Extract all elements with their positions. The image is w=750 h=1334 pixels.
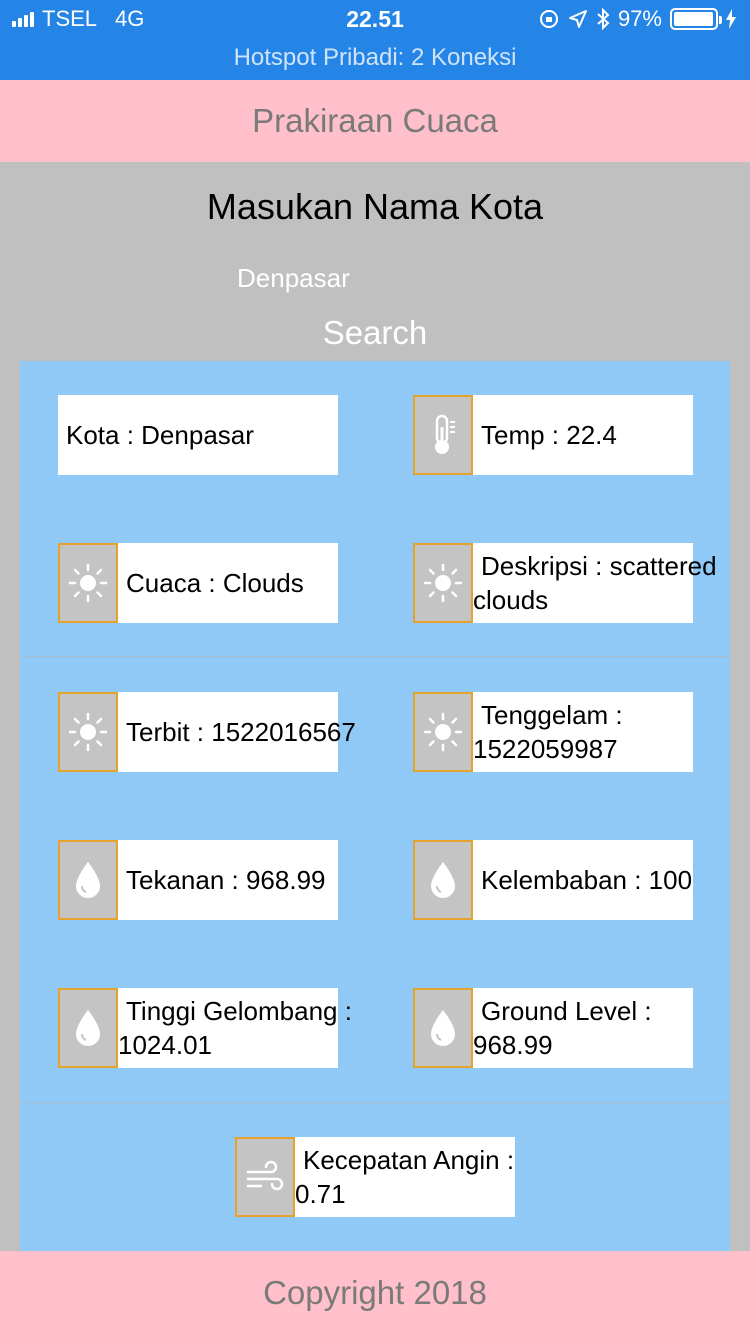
city-prompt: Masukan Nama Kota xyxy=(206,186,544,227)
orientation-lock-icon xyxy=(539,10,558,28)
charging-icon xyxy=(726,9,736,29)
description-line-1: Deskripsi : scattered xyxy=(481,551,717,581)
wind-speed-line-2: 0.71 xyxy=(295,1179,346,1209)
water-drop-icon xyxy=(58,840,118,920)
sunrise-card: Terbit : 1522016567 xyxy=(58,692,356,772)
hotspot-banner[interactable]: Hotspot Pribadi: 2 Koneksi xyxy=(0,44,750,72)
city-label: Kota : Denpasar xyxy=(66,420,254,450)
weather-panel: Kota : Denpasar Temp : 22.4 Cuaca : Clou… xyxy=(20,361,730,1251)
divider xyxy=(20,1102,730,1103)
wind-icon xyxy=(235,1137,295,1217)
description-line-2: clouds xyxy=(473,585,549,615)
app-header: Prakiraan Cuaca xyxy=(0,80,750,162)
description-card: Deskripsi : scattered clouds xyxy=(413,543,717,623)
pressure-card: Tekanan : 968.99 xyxy=(58,840,338,920)
bluetooth-icon xyxy=(597,8,610,30)
sun-icon xyxy=(413,692,473,772)
page-title: Prakiraan Cuaca xyxy=(252,102,498,139)
wind-speed-label: Kecepatan Angin : 0.71 xyxy=(295,1143,515,1211)
sun-icon xyxy=(413,543,473,623)
thermometer-icon xyxy=(413,395,473,475)
wind-speed-card: Kecepatan Angin : 0.71 xyxy=(235,1137,515,1217)
weather-label: Cuaca : Clouds xyxy=(126,568,304,598)
humidity-card: Kelembaban : 100 xyxy=(413,840,693,920)
water-drop-icon xyxy=(413,988,473,1068)
sunset-label: Tenggelam : 1522059987 xyxy=(473,698,693,766)
ground-level-card: Ground Level : 968.99 xyxy=(413,988,693,1068)
pressure-label: Tekanan : 968.99 xyxy=(126,865,326,895)
humidity-label: Kelembaban : 100 xyxy=(481,865,693,895)
copyright-text: Copyright 2018 xyxy=(263,1273,487,1311)
wave-height-line-1: Tinggi Gelombang : xyxy=(126,996,352,1026)
battery-icon xyxy=(670,8,722,30)
weather-card: Cuaca : Clouds xyxy=(58,543,338,623)
ground-level-label: Ground Level : 968.99 xyxy=(473,994,693,1062)
city-card: Kota : Denpasar xyxy=(58,395,338,475)
status-right: 97% xyxy=(538,6,736,32)
battery-percent: 97% xyxy=(617,6,662,31)
search-button[interactable]: Search xyxy=(0,314,750,352)
sunrise-label: Terbit : 1522016567 xyxy=(126,717,356,747)
sunset-line-2: 1522059987 xyxy=(473,734,618,764)
wave-height-label: Tinggi Gelombang : 1024.01 xyxy=(118,994,352,1062)
footer: Copyright 2018 xyxy=(0,1251,750,1334)
temp-label: Temp : 22.4 xyxy=(481,420,617,450)
sun-icon xyxy=(58,543,118,623)
sunset-line-1: Tenggelam : xyxy=(481,700,623,730)
location-icon xyxy=(568,10,587,28)
sunset-card: Tenggelam : 1522059987 xyxy=(413,692,693,772)
wave-height-card: Tinggi Gelombang : 1024.01 xyxy=(58,988,352,1068)
status-bar: TSEL 4G 22.51 97% Hotspot Pribadi: 2 Kon… xyxy=(0,0,750,80)
wave-height-line-2: 1024.01 xyxy=(118,1030,212,1060)
ground-level-line-2: 968.99 xyxy=(473,1030,553,1060)
wind-speed-line-1: Kecepatan Angin : xyxy=(303,1145,515,1175)
sun-icon xyxy=(58,692,118,772)
water-drop-icon xyxy=(58,988,118,1068)
city-input[interactable] xyxy=(237,258,537,298)
ground-level-line-1: Ground Level : xyxy=(481,996,652,1026)
description-label: Deskripsi : scattered clouds xyxy=(473,549,717,617)
water-drop-icon xyxy=(413,840,473,920)
divider xyxy=(20,656,730,657)
temp-card: Temp : 22.4 xyxy=(413,395,693,475)
